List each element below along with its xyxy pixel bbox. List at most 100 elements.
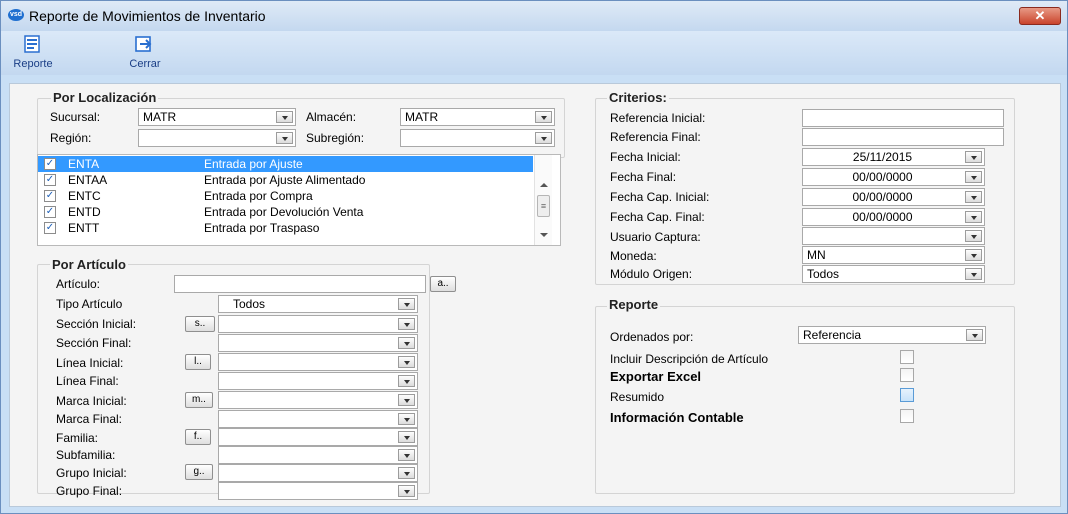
- seccion-search-button[interactable]: s..: [185, 316, 215, 332]
- modulo-origen-select[interactable]: Todos: [802, 265, 985, 283]
- fcap-inicial-picker[interactable]: 00/00/0000: [802, 188, 985, 206]
- list-item[interactable]: ✓ ENTAA Entrada por Ajuste Alimentado: [38, 172, 533, 188]
- chevron-down-icon[interactable]: [398, 431, 415, 443]
- articulo-input[interactable]: [174, 275, 426, 293]
- movement-desc: Entrada por Compra: [204, 189, 313, 203]
- fcap-final-value: 00/00/0000: [852, 210, 913, 224]
- exportar-excel-checkbox[interactable]: [900, 368, 914, 382]
- region-select[interactable]: [138, 129, 296, 147]
- scroll-down-icon[interactable]: [540, 233, 548, 237]
- grupo-inicial-select[interactable]: [218, 464, 418, 482]
- usuario-captura-select[interactable]: [802, 227, 985, 245]
- window-title: Reporte de Movimientos de Inventario: [29, 8, 266, 24]
- moneda-value: MN: [807, 248, 826, 262]
- chevron-down-icon[interactable]: [398, 318, 415, 330]
- list-item[interactable]: ✓ ENTT Entrada por Traspaso: [38, 220, 533, 236]
- marca-inicial-select[interactable]: [218, 391, 418, 409]
- ordenados-select[interactable]: Referencia: [798, 326, 986, 344]
- tipo-articulo-select[interactable]: Todos: [218, 295, 418, 313]
- list-scrollbar[interactable]: ≡: [534, 155, 552, 245]
- scroll-up-icon[interactable]: [540, 183, 548, 187]
- ref-final-input[interactable]: [802, 128, 1004, 146]
- chevron-down-icon[interactable]: [965, 151, 982, 163]
- ref-inicial-input[interactable]: [802, 109, 1004, 127]
- reporte-title: Reporte: [607, 297, 661, 312]
- subregion-select[interactable]: [400, 129, 555, 147]
- localizacion-title: Por Localización: [51, 90, 159, 105]
- movement-desc: Entrada por Ajuste: [204, 157, 303, 171]
- incluir-descripcion-checkbox[interactable]: [900, 350, 914, 364]
- movement-code: ENTAA: [68, 173, 108, 187]
- movement-desc: Entrada por Ajuste Alimentado: [204, 173, 366, 187]
- chevron-down-icon[interactable]: [535, 132, 552, 144]
- title-bar[interactable]: vsd Reporte de Movimientos de Inventario…: [1, 1, 1067, 31]
- checkbox-checked-icon[interactable]: ✓: [44, 190, 56, 202]
- chevron-down-icon[interactable]: [965, 268, 982, 280]
- list-item[interactable]: ✓ ENTA Entrada por Ajuste: [38, 156, 533, 172]
- sucursal-label: Sucursal:: [50, 110, 101, 124]
- checkbox-checked-icon[interactable]: ✓: [44, 206, 56, 218]
- cerrar-label: Cerrar: [129, 58, 161, 70]
- list-item[interactable]: ✓ ENTD Entrada por Devolución Venta: [38, 204, 533, 220]
- almacen-select[interactable]: MATR: [400, 108, 555, 126]
- fecha-inicial-picker[interactable]: 25/11/2015: [802, 148, 985, 166]
- seccion-inicial-label: Sección Inicial:: [56, 317, 137, 331]
- chevron-down-icon[interactable]: [398, 485, 415, 497]
- chevron-down-icon[interactable]: [276, 132, 293, 144]
- incluir-descripcion-label: Incluir Descripción de Artículo: [610, 352, 769, 366]
- movement-code: ENTA: [68, 157, 100, 171]
- list-item[interactable]: ✓ ENTC Entrada por Compra: [38, 188, 533, 204]
- familia-search-button[interactable]: f..: [185, 429, 211, 445]
- checkbox-checked-icon[interactable]: ✓: [44, 158, 56, 170]
- seccion-final-select[interactable]: [218, 334, 418, 352]
- checkbox-checked-icon[interactable]: ✓: [44, 174, 56, 186]
- chevron-down-icon[interactable]: [398, 467, 415, 479]
- chevron-down-icon[interactable]: [965, 191, 982, 203]
- chevron-down-icon[interactable]: [398, 375, 415, 387]
- articulo-search-button[interactable]: a..: [430, 276, 456, 292]
- linea-final-select[interactable]: [218, 372, 418, 390]
- grupo-search-button[interactable]: g..: [185, 464, 213, 480]
- chevron-down-icon[interactable]: [398, 356, 415, 368]
- resumido-checkbox[interactable]: [900, 388, 914, 402]
- chevron-down-icon[interactable]: [965, 249, 982, 261]
- informacion-contable-checkbox[interactable]: [900, 409, 914, 423]
- chevron-down-icon[interactable]: [965, 171, 982, 183]
- checkbox-checked-icon[interactable]: ✓: [44, 222, 56, 234]
- modulo-origen-label: Módulo Origen:: [610, 267, 693, 281]
- moneda-select[interactable]: MN: [802, 246, 985, 264]
- subfamilia-select[interactable]: [218, 446, 418, 464]
- movements-list[interactable]: ✓ ENTA Entrada por Ajuste ✓ ENTAA Entrad…: [37, 154, 561, 246]
- fcap-final-picker[interactable]: 00/00/0000: [802, 208, 985, 226]
- close-button[interactable]: ✕: [1019, 7, 1061, 25]
- usuario-captura-label: Usuario Captura:: [610, 230, 701, 244]
- chevron-down-icon[interactable]: [535, 111, 552, 123]
- cerrar-button[interactable]: Cerrar: [117, 33, 173, 73]
- fecha-inicial-label: Fecha Inicial:: [610, 150, 681, 164]
- chevron-down-icon[interactable]: [965, 211, 982, 223]
- chevron-down-icon[interactable]: [276, 111, 293, 123]
- reporte-button[interactable]: Reporte: [5, 33, 61, 73]
- sucursal-select[interactable]: MATR: [138, 108, 296, 126]
- chevron-down-icon[interactable]: [398, 394, 415, 406]
- movement-desc: Entrada por Devolución Venta: [204, 205, 364, 219]
- chevron-down-icon[interactable]: [398, 298, 415, 310]
- chevron-down-icon[interactable]: [966, 329, 983, 341]
- chevron-down-icon[interactable]: [398, 449, 415, 461]
- seccion-inicial-select[interactable]: [218, 315, 418, 333]
- familia-select[interactable]: [218, 428, 418, 446]
- marca-final-select[interactable]: [218, 410, 418, 428]
- tipo-articulo-value: Todos: [233, 297, 266, 311]
- grupo-final-select[interactable]: [218, 482, 418, 500]
- chevron-down-icon[interactable]: [965, 230, 982, 242]
- marca-search-button[interactable]: m..: [185, 392, 213, 408]
- chevron-down-icon[interactable]: [398, 337, 415, 349]
- movement-desc: Entrada por Traspaso: [204, 221, 320, 235]
- fcap-final-label: Fecha Cap. Final:: [610, 210, 705, 224]
- linea-inicial-select[interactable]: [218, 353, 418, 371]
- scroll-thumb[interactable]: ≡: [537, 195, 550, 217]
- criterios-title: Criterios:: [607, 90, 669, 105]
- linea-search-button[interactable]: l..: [185, 354, 211, 370]
- fecha-final-picker[interactable]: 00/00/0000: [802, 168, 985, 186]
- chevron-down-icon[interactable]: [398, 413, 415, 425]
